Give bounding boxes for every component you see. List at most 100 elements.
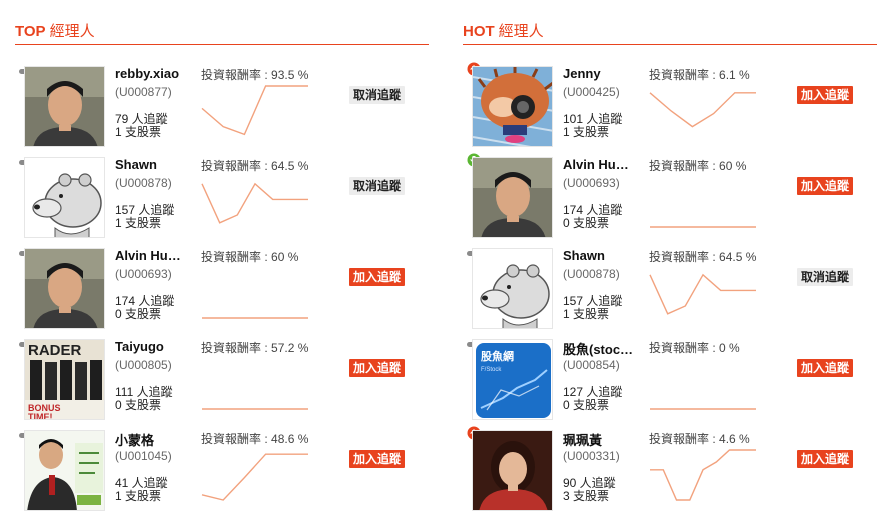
follow-button[interactable]: 加入追蹤 — [797, 450, 854, 468]
manager-row: 珮珮黃 (U000331) 90 人追蹤 3 支股票 投資報酬率 : 4.6 % 加入追蹤 — [463, 426, 877, 517]
cartoon-bear-icon — [473, 249, 552, 328]
return-rate-value: 48.6 % — [271, 432, 309, 446]
return-rate: 投資報酬率 : 60 % — [201, 248, 298, 265]
return-sparkline — [201, 182, 308, 224]
return-sparkline — [202, 317, 308, 319]
return-rate-label: 投資報酬率 — [201, 159, 262, 173]
return-sparkline — [649, 92, 756, 128]
cartoon-bear-icon — [25, 158, 104, 237]
hot-title-en: HOT — [463, 23, 495, 40]
avatar[interactable] — [24, 157, 105, 238]
return-rate-value: 93.5 % — [271, 68, 309, 82]
return-rate: 投資報酬率 : 4.6 % — [649, 430, 750, 447]
manager-name[interactable]: Shawn — [115, 157, 193, 172]
manager-name[interactable]: Alvin Hu… — [115, 248, 193, 263]
follow-button[interactable]: 加入追蹤 — [349, 268, 406, 286]
manager-name[interactable]: Alvin Hu… — [563, 157, 641, 172]
magazine-cover-icon: RADERBONUSTIME! — [25, 340, 104, 420]
return-sparkline — [650, 408, 756, 410]
return-rate-separator: : — [709, 68, 720, 82]
return-rate: 投資報酬率 : 48.6 % — [201, 430, 308, 447]
top-title-zh: 經理人 — [49, 23, 95, 40]
unfollow-button[interactable]: 取消追蹤 — [349, 86, 406, 104]
avatar[interactable] — [472, 157, 553, 238]
manager-name[interactable]: 小蒙格 — [115, 430, 193, 449]
return-rate-separator: : — [709, 432, 720, 446]
return-rate-label: 投資報酬率 — [649, 159, 710, 173]
manager-id: (U000693) — [563, 176, 620, 190]
return-rate: 投資報酬率 : 60 % — [649, 157, 746, 174]
hot-panel-title: HOT 經理人 — [463, 20, 544, 42]
avatar[interactable] — [24, 430, 105, 511]
return-rate-label: 投資報酬率 — [201, 341, 262, 355]
return-rate-label: 投資報酬率 — [649, 68, 710, 82]
hot-title-zh: 經理人 — [498, 23, 544, 40]
manager-name[interactable]: Taiyugo — [115, 339, 193, 354]
manager-id: (U001045) — [115, 449, 172, 463]
return-rate-value: 6.1 % — [719, 68, 750, 82]
return-rate-label: 投資報酬率 — [201, 250, 262, 264]
return-rate-separator: : — [709, 250, 720, 264]
manager-id: (U000805) — [115, 358, 172, 372]
manager-id: (U000877) — [115, 85, 172, 99]
return-rate-separator: : — [261, 159, 272, 173]
return-rate-separator: : — [261, 432, 272, 446]
stock-count: 1 支股票 — [115, 216, 162, 230]
stock-count: 0 支股票 — [563, 398, 610, 412]
top-title-divider — [15, 44, 429, 45]
return-rate-separator: : — [709, 159, 720, 173]
return-rate-value: 64.5 % — [719, 250, 757, 264]
avatar[interactable]: RADER BONUS TIME! — [24, 339, 105, 420]
return-rate-separator: : — [709, 341, 720, 355]
return-rate-value: 57.2 % — [271, 341, 309, 355]
avatar[interactable] — [472, 430, 553, 511]
follow-button[interactable]: 加入追蹤 — [797, 359, 854, 377]
manager-row: Alvin Hu… (U000693) 174 人追蹤 0 支股票 投資報酬率 : 60… — [463, 153, 877, 244]
manager-row: RADER BONUS TIME! Taiyugo (U000805) 111 人追蹤 0 … — [15, 335, 429, 426]
return-rate-label: 投資報酬率 — [201, 68, 262, 82]
return-rate-value: 60 % — [719, 159, 747, 173]
return-rate-label: 投資報酬率 — [649, 250, 710, 264]
unfollow-button[interactable]: 取消追蹤 — [349, 177, 406, 195]
manager-row: Jenny (U000425) 101 人追蹤 1 支股票 投資報酬率 : 6.1 % 加… — [463, 62, 877, 153]
return-rate: 投資報酬率 : 93.5 % — [201, 66, 308, 83]
manager-name[interactable]: Jenny — [563, 66, 641, 81]
hot-title-divider — [463, 44, 877, 45]
stock-count: 0 支股票 — [115, 307, 162, 321]
manager-name[interactable]: rebby.xiao — [115, 66, 193, 81]
return-sparkline — [649, 273, 756, 315]
stock-count: 3 支股票 — [563, 489, 610, 503]
avatar[interactable] — [472, 66, 553, 147]
return-sparkline — [201, 453, 308, 501]
svg-text:股魚網: 股魚網 — [481, 349, 514, 363]
avatar[interactable] — [24, 248, 105, 329]
follow-button[interactable]: 加入追蹤 — [797, 86, 854, 104]
return-rate: 投資報酬率 : 57.2 % — [201, 339, 308, 356]
avatar[interactable]: 股魚網 F/Stock — [472, 339, 553, 420]
man-photo-icon — [25, 249, 104, 328]
unfollow-button[interactable]: 取消追蹤 — [797, 268, 854, 286]
svg-text:RADER: RADER — [28, 342, 82, 359]
return-rate: 投資報酬率 : 0 % — [649, 339, 740, 356]
avatar[interactable] — [24, 66, 105, 147]
svg-text:TIME!: TIME! — [28, 412, 53, 420]
manager-id: (U000878) — [563, 267, 620, 281]
follow-button[interactable]: 加入追蹤 — [349, 359, 406, 377]
sparkline-series — [650, 449, 756, 501]
follow-button[interactable]: 加入追蹤 — [797, 177, 854, 195]
follow-button[interactable]: 加入追蹤 — [349, 450, 406, 468]
manager-row: 小蒙格 (U001045) 41 人追蹤 1 支股票 投資報酬率 : 48.6 % 加入追… — [15, 426, 429, 517]
sparkline-series — [649, 273, 756, 315]
hot-managers-panel: HOT 經理人 Jenny (U000425) 101 人追蹤 1 支股票 投資報酬率 :… — [463, 0, 877, 513]
sparkline-series — [201, 453, 308, 501]
manager-id: (U000878) — [115, 176, 172, 190]
return-sparkline — [201, 85, 308, 136]
stock-count: 1 支股票 — [563, 125, 610, 139]
manager-name[interactable]: 珮珮黃 — [563, 430, 641, 449]
return-rate: 投資報酬率 : 6.1 % — [649, 66, 750, 83]
manager-name[interactable]: 股魚(stoc… — [563, 339, 641, 358]
manager-name[interactable]: Shawn — [563, 248, 641, 263]
top-title-en: TOP — [15, 23, 46, 40]
man-photo-icon — [473, 158, 552, 237]
avatar[interactable] — [472, 248, 553, 329]
